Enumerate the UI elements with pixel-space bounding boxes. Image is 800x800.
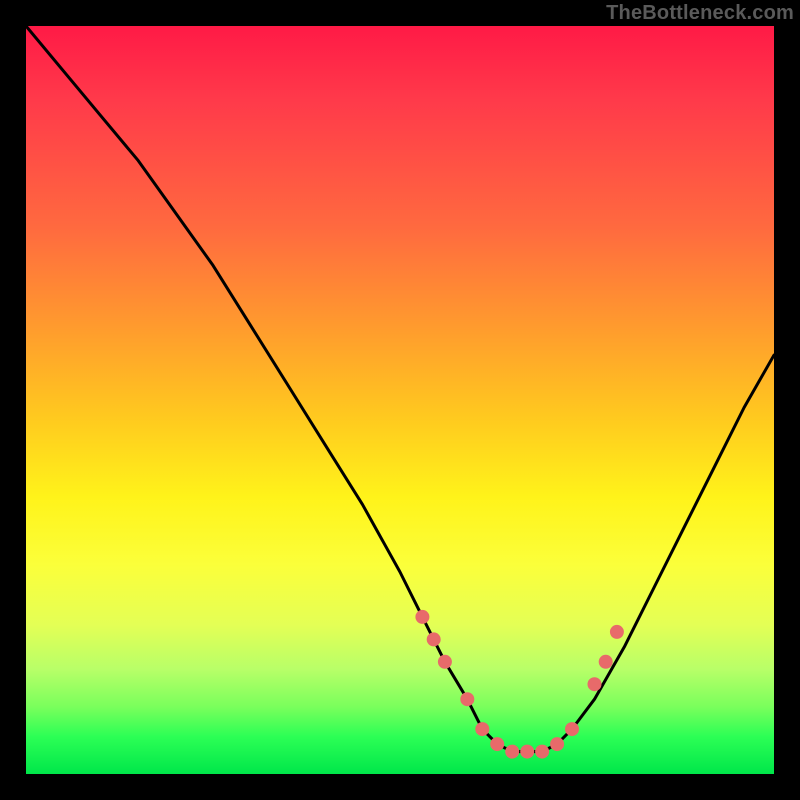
gradient-background	[26, 26, 774, 774]
chart-frame	[26, 26, 774, 774]
watermark-text: TheBottleneck.com	[606, 2, 794, 25]
